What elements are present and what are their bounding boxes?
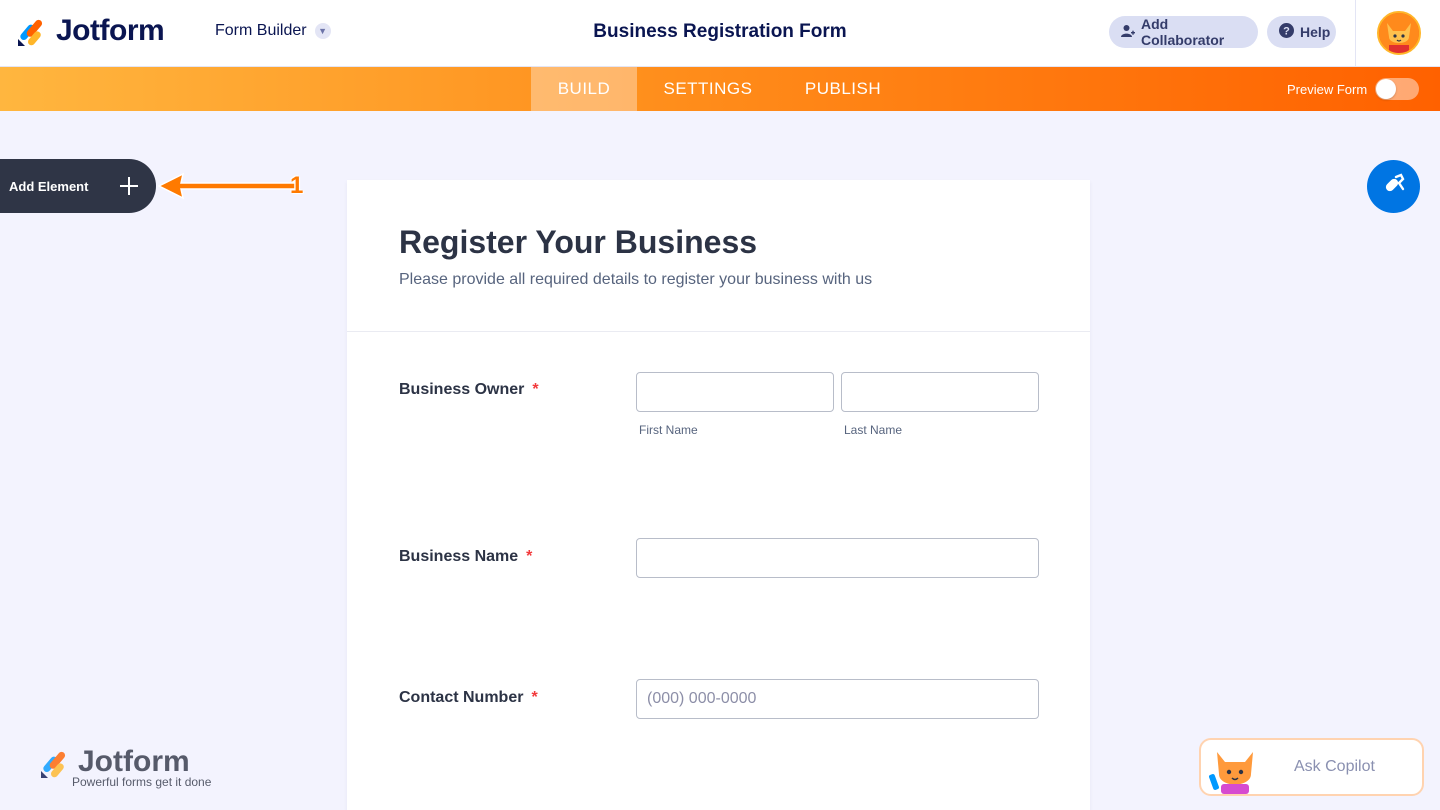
- builder-nav-bar: BUILD SETTINGS PUBLISH Preview Form: [0, 67, 1440, 111]
- preview-form-label: Preview Form: [1287, 81, 1368, 97]
- contact-number-label: Contact Number *: [399, 689, 538, 707]
- add-user-icon: [1121, 24, 1135, 41]
- jotform-logo-icon: [41, 751, 66, 778]
- jotform-logo-icon: [16, 15, 46, 47]
- tab-publish[interactable]: PUBLISH: [795, 67, 891, 111]
- first-name-input[interactable]: [636, 372, 834, 412]
- header-divider: [1355, 0, 1356, 67]
- help-label: Help: [1300, 24, 1331, 40]
- contact-number-label-text: Contact Number: [399, 689, 524, 706]
- required-asterisk: *: [532, 381, 539, 398]
- footer-tagline: Powerful forms get it done: [72, 775, 212, 789]
- form-designer-button[interactable]: [1367, 160, 1420, 213]
- contact-number-input[interactable]: [636, 679, 1039, 719]
- business-name-label: Business Name *: [399, 548, 532, 566]
- add-collaborator-button[interactable]: Add Collaborator: [1109, 16, 1258, 48]
- jotform-logo[interactable]: Jotform: [16, 14, 165, 48]
- footer-logo-text: Jotform: [78, 745, 190, 778]
- tab-build[interactable]: BUILD: [531, 67, 637, 111]
- annotation-number: 1: [290, 172, 304, 199]
- last-name-input[interactable]: [841, 372, 1039, 412]
- paint-roller-icon: [1381, 171, 1407, 202]
- help-button[interactable]: ? Help: [1267, 16, 1336, 48]
- business-name-label-text: Business Name: [399, 548, 519, 565]
- business-owner-label-text: Business Owner: [399, 381, 525, 398]
- add-element-label: Add Element: [9, 178, 89, 194]
- toggle-knob: [1376, 79, 1397, 99]
- ask-copilot-label: Ask Copilot: [1294, 758, 1375, 775]
- plus-icon: [116, 173, 142, 199]
- copilot-cat-icon: [1209, 752, 1253, 794]
- preview-form-toggle[interactable]: [1375, 78, 1420, 100]
- last-name-sublabel: Last Name: [844, 423, 903, 437]
- ask-copilot-button[interactable]: Ask Copilot: [1199, 738, 1424, 796]
- required-asterisk: *: [526, 548, 533, 565]
- chevron-down-icon: ▼: [314, 23, 331, 39]
- form-card: Register Your Business Please provide al…: [347, 180, 1090, 810]
- svg-text:?: ?: [1283, 26, 1290, 38]
- required-asterisk: *: [531, 689, 538, 706]
- logo-text: Jotform: [56, 14, 165, 47]
- add-element-button[interactable]: Add Element: [0, 159, 156, 213]
- form-builder-label: Form Builder: [215, 22, 307, 39]
- form-heading: Register Your Business: [399, 224, 758, 260]
- tab-settings[interactable]: SETTINGS: [650, 67, 766, 111]
- help-icon: ?: [1279, 23, 1294, 41]
- form-subheading: Please provide all required details to r…: [399, 271, 873, 288]
- add-collaborator-label: Add Collaborator: [1141, 16, 1225, 48]
- form-header[interactable]: Register Your Business Please provide al…: [347, 180, 1090, 332]
- business-owner-label: Business Owner *: [399, 381, 539, 399]
- business-name-input[interactable]: [636, 538, 1039, 578]
- top-header: Jotform Form Builder ▼ Business Registra…: [0, 0, 1440, 67]
- avatar[interactable]: [1377, 11, 1421, 55]
- preview-form-control: Preview Form: [1287, 78, 1420, 100]
- first-name-sublabel: First Name: [639, 423, 698, 437]
- form-builder-dropdown[interactable]: Form Builder ▼: [215, 22, 331, 40]
